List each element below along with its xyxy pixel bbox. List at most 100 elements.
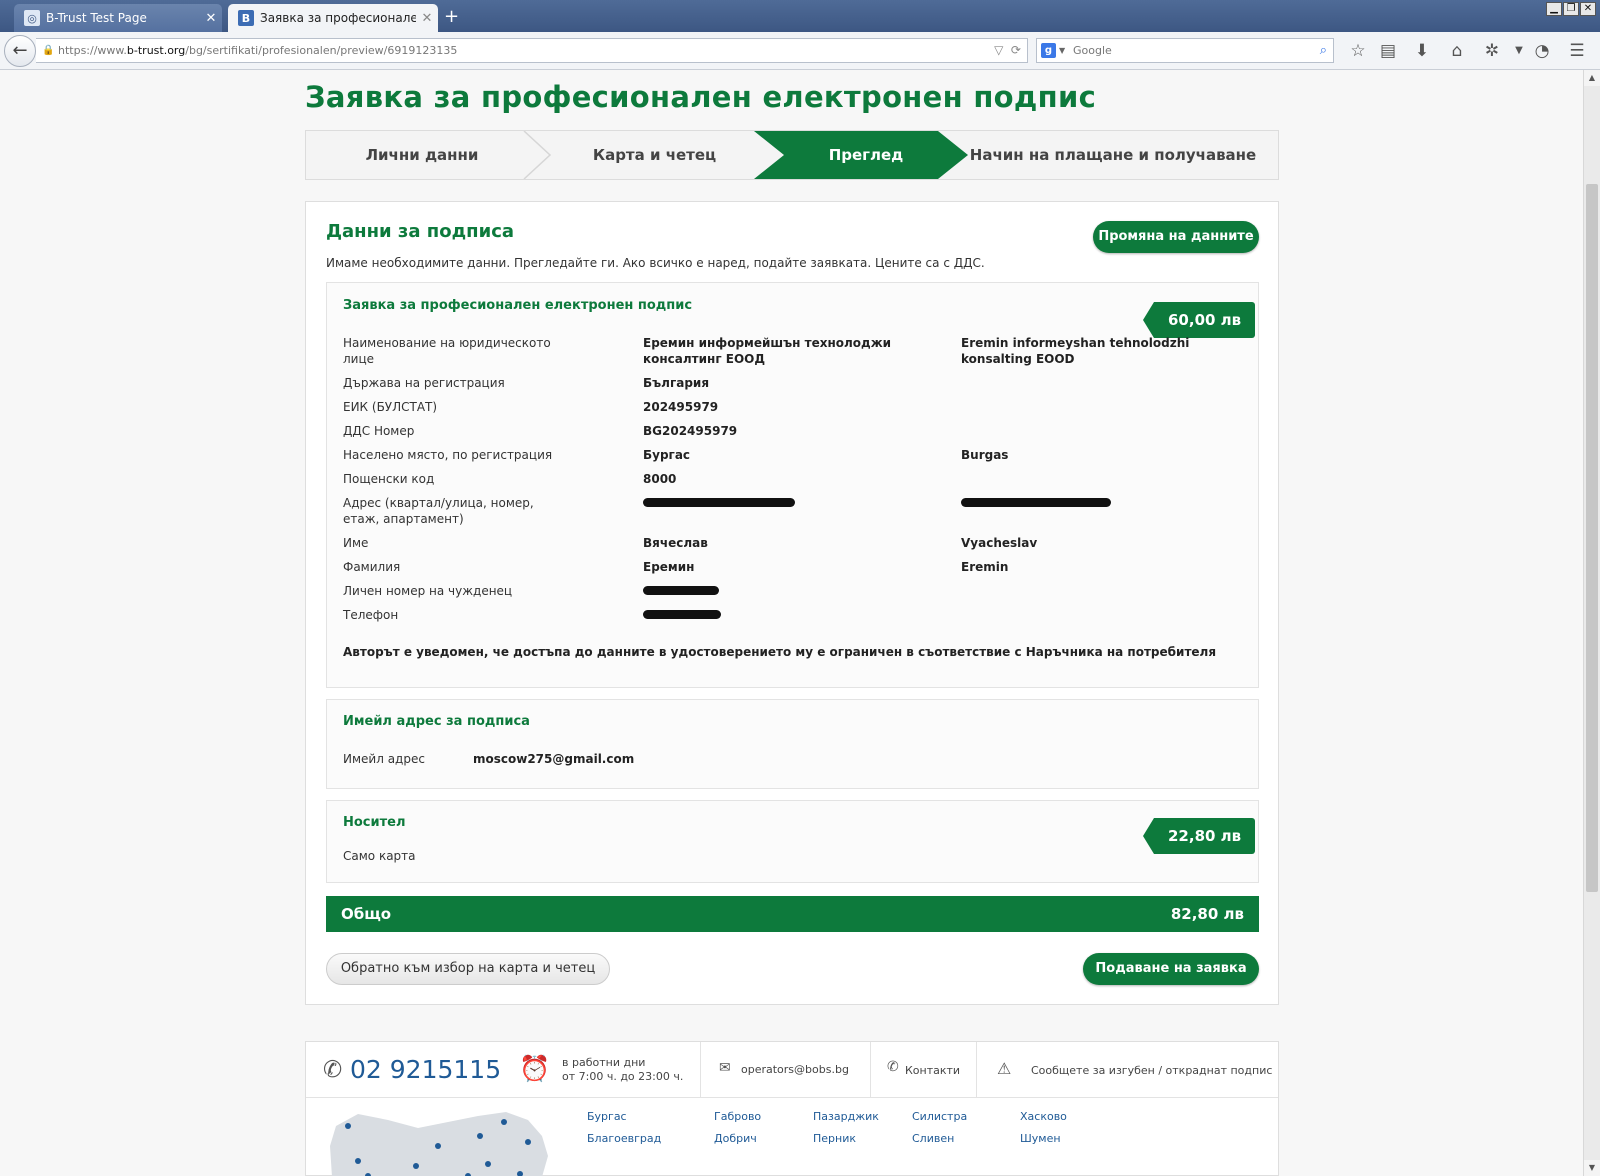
row-label: Наименование на юридическото лице — [343, 336, 551, 366]
city-link[interactable]: Хасково — [1020, 1110, 1067, 1123]
footer-email[interactable]: operators@bobs.bg — [741, 1063, 849, 1076]
city-link[interactable]: Силистра — [912, 1110, 967, 1123]
row-value-bg: Бургас — [643, 448, 691, 462]
window-controls: ▁ ❐ ✕ — [1546, 2, 1596, 16]
contacts-cell[interactable]: ✆ Контакти — [871, 1042, 977, 1098]
tab-title: Заявка за професионален е... — [260, 11, 416, 25]
back-to-card-button[interactable]: Обратно към избор на карта и четец — [326, 953, 610, 985]
row-value-bg: Еремин — [643, 560, 695, 574]
new-tab-button[interactable]: + — [444, 6, 459, 27]
row-label: Име — [343, 536, 369, 550]
row-label: Държава на регистрация — [343, 376, 505, 390]
menu-icon[interactable]: ☰ — [1566, 40, 1588, 62]
alarm-clock-icon: ⏰ — [519, 1054, 551, 1083]
total-value: 82,80 лв — [1170, 905, 1244, 923]
chevron-down-icon[interactable]: ▼ — [1508, 40, 1530, 62]
scroll-down-icon[interactable]: ▼ — [1584, 1160, 1600, 1176]
report-lost-cell[interactable]: ⚠ Сообщете за изгубен / откраднат подпис — [977, 1042, 1277, 1098]
report-lost-link[interactable]: Сообщете за изгубен / откраднат подпис — [1031, 1064, 1272, 1077]
redacted-personal-number — [643, 583, 923, 595]
browser-titlebar: ◎ B-Trust Test Page ✕ B Заявка за профес… — [0, 0, 1600, 32]
back-arrow-icon[interactable]: ← — [4, 35, 36, 67]
globe-icon: ◎ — [24, 10, 40, 26]
signature-panel-title: Заявка за професионален електронен подпи… — [343, 298, 693, 313]
search-placeholder: Google — [1073, 44, 1112, 57]
url-prefix: https://www. — [58, 44, 127, 57]
row-label: Адрес (квартал/улица, номер, етаж, апарт… — [343, 496, 534, 526]
email-value: moscow275@gmail.com — [473, 752, 635, 766]
url-domain: b-trust.org — [126, 44, 186, 57]
review-card: Данни за подписа Промяна на данните Имам… — [305, 201, 1279, 1005]
tab-application[interactable]: B Заявка за професионален е... ✕ — [228, 4, 438, 32]
restore-icon[interactable]: ❐ — [1563, 2, 1579, 16]
b-trust-favicon-icon: B — [238, 10, 254, 26]
bookmark-star-icon[interactable]: ☆ — [1347, 40, 1369, 62]
download-icon[interactable]: ⬇ — [1411, 40, 1433, 62]
extension-icon[interactable]: ✲ — [1481, 40, 1503, 62]
close-window-icon[interactable]: ✕ — [1580, 2, 1596, 16]
sync-icon[interactable]: ◔ — [1531, 40, 1553, 62]
total-bar: Общо 82,80 лв — [326, 896, 1259, 932]
bulgaria-map — [330, 1112, 548, 1176]
site-footer: ✆ 02 9215115 ⏰ в работни дни от 7:00 ч. … — [305, 1041, 1279, 1176]
row-label: Пощенски код — [343, 472, 435, 486]
city-link[interactable]: Бургас — [587, 1110, 627, 1123]
scroll-up-icon[interactable]: ▲ — [1584, 70, 1600, 86]
city-link[interactable]: Габрово — [714, 1110, 761, 1123]
chevron-down-icon[interactable]: ▼ — [1059, 39, 1065, 62]
row-label: Населено място, по регистрация — [343, 448, 553, 462]
vertical-scrollbar[interactable]: ▲ ▼ — [1583, 70, 1600, 1176]
city-link[interactable]: Шумен — [1020, 1132, 1061, 1145]
carrier-panel: Носител Само карта 22,80 лв — [326, 800, 1259, 883]
redacted-address-bg — [643, 495, 923, 507]
signature-panel: Заявка за професионален електронен подпи… — [326, 282, 1259, 688]
step-card-reader[interactable]: Карта и четец — [538, 131, 771, 179]
google-icon: g — [1041, 43, 1056, 58]
signature-price: 60,00 лв — [1142, 302, 1256, 338]
phone-number[interactable]: 02 9215115 — [350, 1055, 501, 1084]
page-title: Заявка за професионален електронен подпи… — [305, 80, 1097, 114]
row-label: Телефон — [343, 608, 399, 622]
contacts-link[interactable]: Контакти — [905, 1064, 960, 1077]
home-icon[interactable]: ⌂ — [1446, 40, 1468, 62]
carrier-value: Само карта — [343, 849, 416, 863]
data-access-notice: Авторът е уведомен, че достъпа до даннит… — [343, 645, 1217, 659]
close-icon[interactable]: ✕ — [200, 11, 222, 26]
email-panel-title: Имейл адрес за подписа — [343, 714, 530, 729]
minimize-icon[interactable]: ▁ — [1546, 2, 1562, 16]
redacted-address-en — [961, 495, 1221, 507]
browser-navbar: ← 🔒 https://www.b-trust.org/bg/sertifika… — [0, 32, 1600, 70]
row-value-bg: Вячеслав — [643, 536, 708, 550]
row-value-bg: Еремин информейшън технолоджи консалтинг… — [643, 336, 892, 366]
address-bar[interactable]: 🔒 https://www.b-trust.org/bg/sertifikati… — [36, 38, 1028, 63]
phone-icon: ✆ — [887, 1059, 899, 1075]
change-data-button[interactable]: Промяна на данните — [1093, 221, 1259, 253]
total-label: Общо — [341, 905, 392, 923]
progress-steps: Лични данни Карта и четец Преглед Начин … — [305, 130, 1279, 180]
scrollbar-thumb[interactable] — [1586, 184, 1598, 892]
submit-application-button[interactable]: Подаване на заявка — [1083, 953, 1259, 985]
city-link[interactable]: Сливен — [912, 1132, 954, 1145]
bookmarks-list-icon[interactable]: ▤ — [1377, 40, 1399, 62]
step-personal-data[interactable]: Лични данни — [306, 131, 538, 179]
row-value-bg: 202495979 — [643, 400, 719, 414]
city-link[interactable]: Благоевград — [587, 1132, 661, 1145]
tab-b-trust-test[interactable]: ◎ B-Trust Test Page ✕ — [14, 4, 222, 32]
hours-line-1: в работни дни — [562, 1056, 646, 1069]
row-value-en: Eremin informeyshan tehnolodzhi konsalti… — [961, 336, 1190, 366]
row-label: Фамилия — [343, 560, 401, 574]
row-label: ЕИК (БУЛСТАТ) — [343, 400, 438, 414]
city-link[interactable]: Пазарджик — [813, 1110, 879, 1123]
search-icon[interactable]: ⌕ — [1320, 39, 1327, 62]
city-link[interactable]: Добрич — [714, 1132, 757, 1145]
step-payment-delivery[interactable]: Начин на плащане и получаване — [946, 131, 1280, 179]
email-label: Имейл адрес — [343, 752, 425, 766]
tab-title: B-Trust Test Page — [46, 11, 147, 25]
search-bar[interactable]: g ▼ Google ⌕ — [1036, 38, 1334, 63]
close-icon[interactable]: ✕ — [416, 11, 438, 26]
review-heading: Данни за подписа — [326, 221, 515, 242]
carrier-panel-title: Носител — [343, 815, 406, 830]
reload-icon[interactable]: ▽ ⟳ — [994, 39, 1021, 62]
city-link[interactable]: Перник — [813, 1132, 856, 1145]
email-cell[interactable]: ✉ operators@bobs.bg — [701, 1042, 871, 1098]
